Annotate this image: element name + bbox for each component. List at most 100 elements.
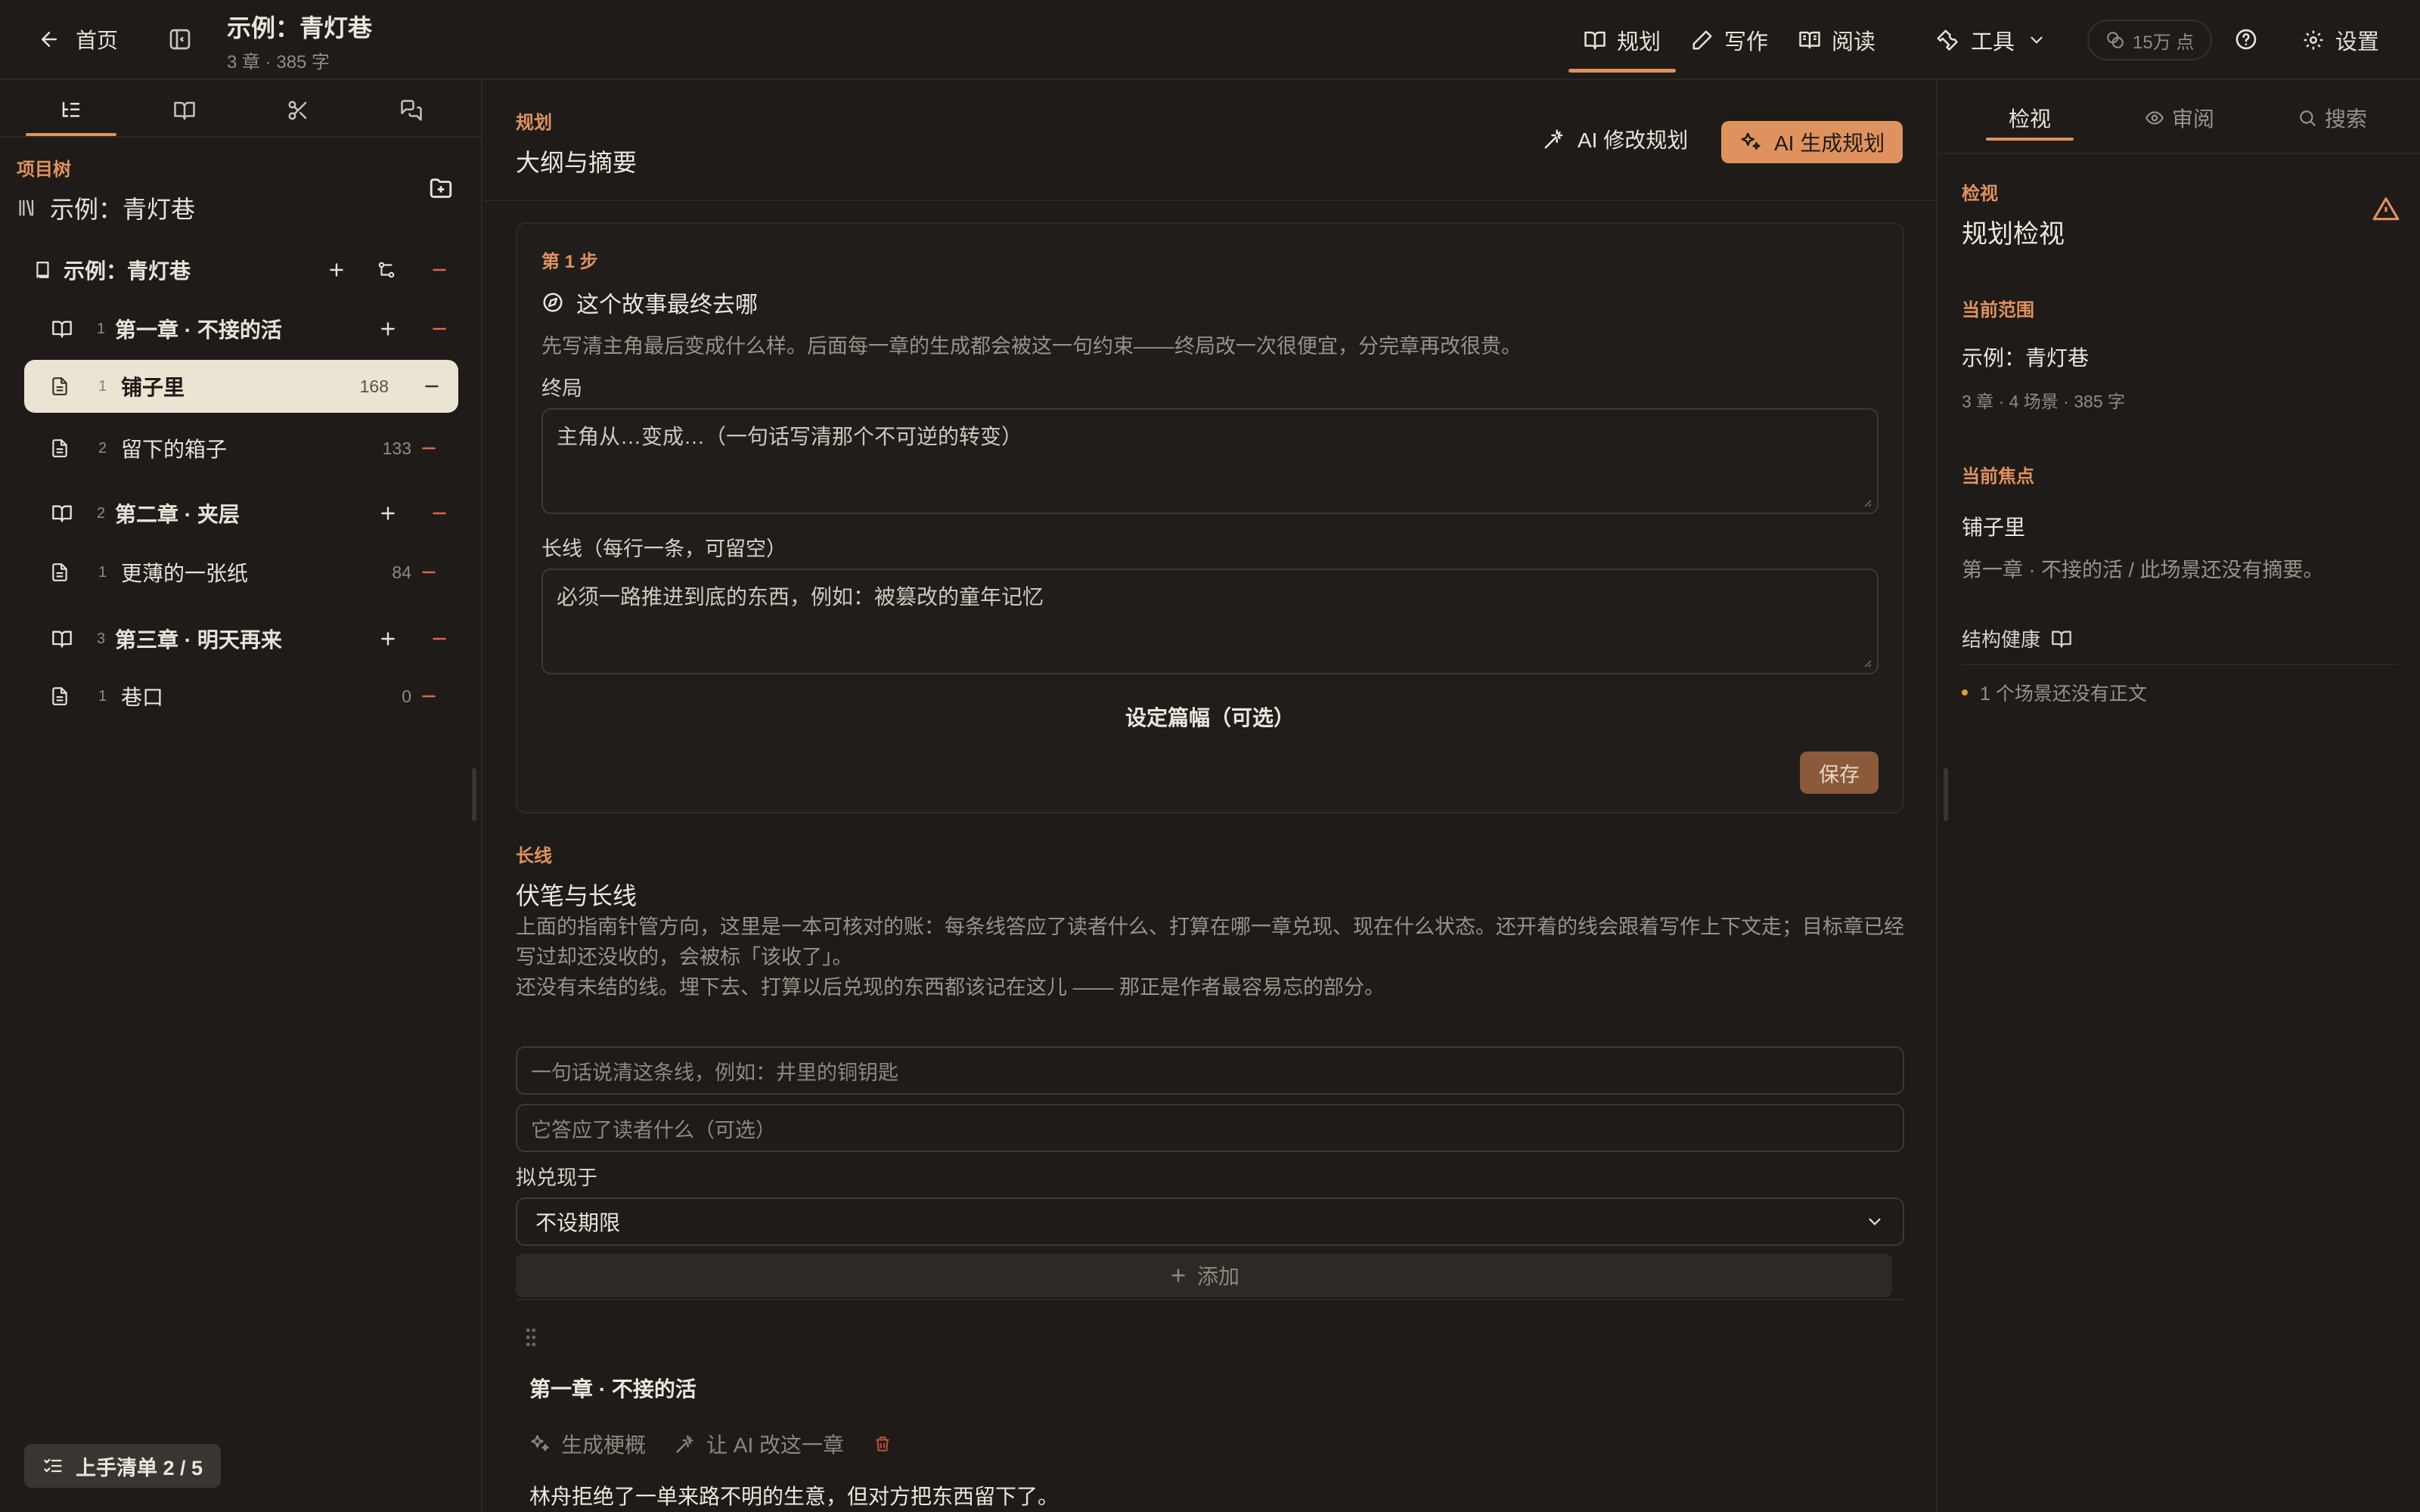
minus-icon[interactable]	[419, 562, 439, 582]
sidebar-toggle-button[interactable]	[168, 27, 192, 57]
list-checks-icon	[44, 1458, 62, 1473]
tools-menu-button[interactable]: 工具	[1936, 24, 2046, 56]
split-icon[interactable]	[377, 260, 396, 280]
tab-search[interactable]: 搜索	[2297, 103, 2367, 133]
gear-icon	[2304, 30, 2323, 50]
minus-icon[interactable]	[430, 629, 449, 649]
arrow-left-icon	[42, 32, 57, 47]
scope-label: 当前范围	[1962, 300, 2034, 321]
tree-chapter-row[interactable]: 1 第一章 · 不接的活	[0, 302, 481, 355]
mode-read-tab[interactable]: 阅读	[1783, 21, 1891, 73]
thread-line-input[interactable]: 一句话说清这条线，例如：井里的铜钥匙	[516, 1046, 1904, 1095]
list-tree-icon	[62, 101, 80, 117]
thread-line-placeholder: 一句话说清这条线，例如：井里的铜钥匙	[531, 1061, 898, 1084]
project-meta: 3 章 · 385 字	[227, 52, 330, 73]
ai-modify-plan-button[interactable]: AI 修改规划	[1543, 124, 1688, 154]
tab-inspect[interactable]: 检视	[1985, 103, 2074, 141]
threads-description: 上面的指南针管方向，这里是一本可核对的账：每条线答应了读者什么、打算在哪一章兑现…	[516, 912, 1904, 1002]
tree-scene-row[interactable]: 1 巷口 0	[0, 670, 481, 723]
scene-number: 1	[98, 687, 107, 705]
tree-scene-row[interactable]: 2 留下的箱子 133	[0, 422, 481, 475]
magic-wand-icon	[1544, 129, 1563, 149]
settings-button[interactable]: 设置	[2302, 24, 2379, 56]
file-text-icon	[52, 687, 67, 705]
tab-book[interactable]	[169, 97, 200, 124]
compass-icon	[543, 293, 563, 312]
tree-chapter-row[interactable]: 3 第三章 · 明天再来	[0, 612, 481, 665]
help-button[interactable]	[2234, 27, 2258, 57]
resize-grip-icon[interactable]	[1860, 656, 1872, 668]
ai-rewrite-chapter-button[interactable]: 让 AI 改这一章	[675, 1429, 844, 1459]
minus-icon[interactable]	[430, 319, 449, 339]
plus-icon[interactable]	[378, 319, 398, 339]
ai-generate-plan-button[interactable]: AI 生成规划	[1721, 121, 1903, 163]
thread-promise-input[interactable]: 它答应了读者什么（可选）	[516, 1104, 1904, 1152]
delete-chapter-button[interactable]	[873, 1434, 892, 1454]
save-button[interactable]: 保存	[1800, 751, 1879, 794]
tab-tree[interactable]	[26, 97, 116, 136]
generate-synopsis-button[interactable]: 生成梗概	[529, 1429, 646, 1459]
minus-icon[interactable]	[430, 260, 449, 280]
set-length-button[interactable]: 设定篇幅（可选）	[517, 702, 1903, 732]
left-resize-handle[interactable]	[472, 768, 476, 821]
section-divider	[516, 1299, 1904, 1300]
threads-label: 长线（每行一条，可留空）	[541, 538, 786, 560]
tree-root[interactable]: 示例：青灯巷	[17, 191, 195, 225]
coins-icon	[2107, 32, 2124, 48]
mode-switcher: 规划 写作 阅读	[1568, 21, 1891, 73]
file-text-icon	[52, 377, 67, 395]
chevron-down-icon	[1869, 1218, 1881, 1225]
settings-label: 设置	[2335, 30, 2380, 54]
focus-label: 当前焦点	[1962, 466, 2034, 487]
sparkles-icon	[1741, 132, 1761, 150]
tab-clips[interactable]	[283, 97, 313, 124]
minus-icon[interactable]	[422, 376, 442, 396]
minus-icon[interactable]	[430, 503, 449, 523]
points-badge[interactable]: 15万 点	[2087, 20, 2213, 60]
book-open-icon	[52, 631, 72, 648]
tree-scene-row[interactable]: 1 铺子里 168	[24, 360, 458, 413]
chapter-number: 3	[97, 630, 106, 647]
minus-icon[interactable]	[419, 438, 439, 458]
tree-scene-row[interactable]: 1 更薄的一张纸 84	[0, 546, 481, 599]
scene-word-count: 168	[359, 376, 389, 396]
search-icon	[2300, 110, 2316, 126]
warning-icon[interactable]	[2372, 195, 2400, 224]
tree-root-title: 示例：青灯巷	[50, 196, 196, 223]
ending-textarea[interactable]: 主角从…变成…（一句话写清那个不可逆的转变）	[541, 408, 1879, 514]
warning-dot	[1962, 689, 1968, 696]
minus-icon[interactable]	[419, 686, 439, 706]
focus-description: 第一章 · 不接的活 / 此场景还没有摘要。	[1962, 559, 2324, 581]
drag-handle-icon[interactable]	[523, 1326, 538, 1349]
mode-write-tab[interactable]: 写作	[1676, 21, 1783, 73]
home-label: 首页	[76, 29, 119, 52]
scene-label: 铺子里	[121, 376, 185, 399]
step-tag: 第 1 步	[541, 252, 598, 272]
due-select[interactable]: 不设期限	[516, 1198, 1904, 1246]
tab-review[interactable]: 审阅	[2145, 103, 2214, 133]
tree-chapter-row[interactable]: 2 第二章 · 夹层	[0, 487, 481, 540]
threads-textarea[interactable]: 必须一路推进到底的东西，例如：被篡改的童年记忆	[541, 569, 1879, 674]
plus-icon[interactable]	[378, 629, 398, 649]
health-issue-item[interactable]: 1 个场景还没有正文	[1962, 679, 2147, 706]
scene-number: 2	[98, 439, 107, 457]
step-question-text: 这个故事最终去哪	[576, 293, 758, 318]
wrench-icon	[1937, 29, 1958, 51]
mode-plan-tab[interactable]: 规划	[1568, 21, 1677, 73]
ending-placeholder: 主角从…变成…（一句话写清那个不可逆的转变）	[557, 425, 1023, 448]
chapter-block-title: 第一章 · 不接的活	[529, 1377, 697, 1401]
tree-book-row[interactable]: 示例：青灯巷	[0, 243, 481, 296]
add-thread-button[interactable]: 添加	[516, 1253, 1892, 1297]
tab-comments[interactable]	[396, 97, 427, 124]
ai-generate-label: AI 生成规划	[1774, 132, 1885, 155]
new-folder-button[interactable]	[428, 175, 454, 206]
resize-grip-icon[interactable]	[1860, 496, 1872, 508]
home-button[interactable]: 首页	[38, 24, 118, 54]
onboarding-checklist-button[interactable]: 上手清单 2 / 5	[24, 1444, 222, 1488]
mode-write-label: 写作	[1724, 30, 1769, 54]
scene-word-count: 133	[382, 438, 411, 458]
book-open-icon[interactable]	[2051, 628, 2072, 649]
plus-icon[interactable]	[327, 260, 346, 280]
plus-icon[interactable]	[378, 503, 398, 523]
pen-icon	[1692, 30, 1712, 50]
